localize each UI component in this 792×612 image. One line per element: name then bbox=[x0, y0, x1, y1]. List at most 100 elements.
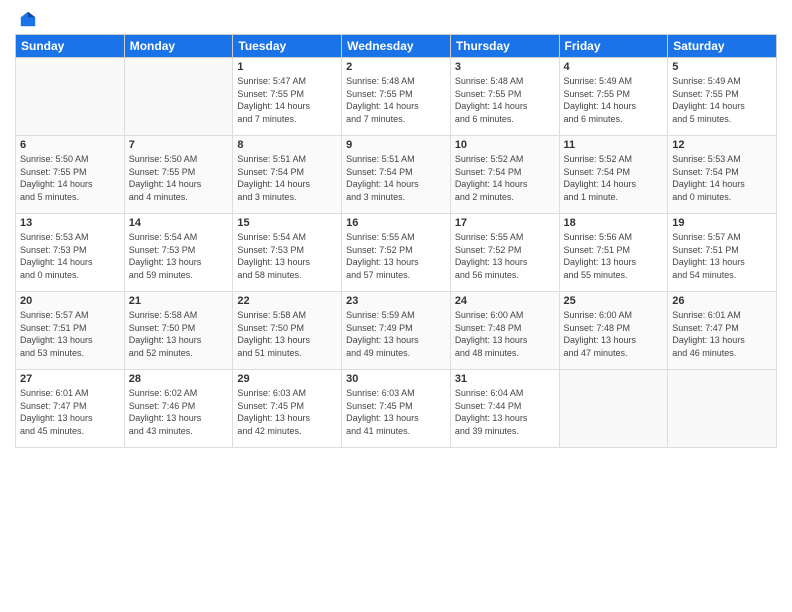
header-friday: Friday bbox=[559, 35, 668, 58]
day-number: 13 bbox=[20, 217, 120, 229]
calendar-cell bbox=[559, 370, 668, 448]
day-number: 26 bbox=[672, 295, 772, 307]
day-info: Sunrise: 5:47 AM Sunset: 7:55 PM Dayligh… bbox=[237, 75, 337, 125]
day-number: 5 bbox=[672, 61, 772, 73]
day-number: 24 bbox=[455, 295, 555, 307]
day-info: Sunrise: 5:57 AM Sunset: 7:51 PM Dayligh… bbox=[672, 231, 772, 281]
calendar-cell: 4 Sunrise: 5:49 AM Sunset: 7:55 PM Daylig… bbox=[559, 58, 668, 136]
day-number: 4 bbox=[564, 61, 664, 73]
day-info: Sunrise: 5:55 AM Sunset: 7:52 PM Dayligh… bbox=[455, 231, 555, 281]
calendar-cell: 28 Sunrise: 6:02 AM Sunset: 7:46 PM Dayli… bbox=[124, 370, 233, 448]
day-info: Sunrise: 5:50 AM Sunset: 7:55 PM Dayligh… bbox=[129, 153, 229, 203]
calendar-cell: 30 Sunrise: 6:03 AM Sunset: 7:45 PM Dayli… bbox=[342, 370, 451, 448]
day-info: Sunrise: 6:00 AM Sunset: 7:48 PM Dayligh… bbox=[455, 309, 555, 359]
calendar-cell bbox=[16, 58, 125, 136]
day-number: 10 bbox=[455, 139, 555, 151]
day-info: Sunrise: 5:58 AM Sunset: 7:50 PM Dayligh… bbox=[237, 309, 337, 359]
day-info: Sunrise: 5:51 AM Sunset: 7:54 PM Dayligh… bbox=[346, 153, 446, 203]
day-info: Sunrise: 5:54 AM Sunset: 7:53 PM Dayligh… bbox=[129, 231, 229, 281]
day-info: Sunrise: 5:53 AM Sunset: 7:54 PM Dayligh… bbox=[672, 153, 772, 203]
calendar-cell: 20Sunrise: 5:57 AM Sunset: 7:51 PM Dayli… bbox=[16, 292, 125, 370]
day-number: 12 bbox=[672, 139, 772, 151]
calendar-cell bbox=[124, 58, 233, 136]
day-number: 17 bbox=[455, 217, 555, 229]
day-info: Sunrise: 5:48 AM Sunset: 7:55 PM Dayligh… bbox=[455, 75, 555, 125]
calendar-cell: 25Sunrise: 6:00 AM Sunset: 7:48 PM Dayli… bbox=[559, 292, 668, 370]
calendar-cell: 31 Sunrise: 6:04 AM Sunset: 7:44 PM Dayli… bbox=[450, 370, 559, 448]
day-number: 27 bbox=[20, 373, 120, 385]
day-number: 21 bbox=[129, 295, 229, 307]
calendar-cell: 8 Sunrise: 5:51 AM Sunset: 7:54 PM Daylig… bbox=[233, 136, 342, 214]
header-saturday: Saturday bbox=[668, 35, 777, 58]
day-number: 6 bbox=[20, 139, 120, 151]
calendar-cell: 13 Sunrise: 5:53 AM Sunset: 7:53 PM Dayli… bbox=[16, 214, 125, 292]
day-number: 16 bbox=[346, 217, 446, 229]
week-row-2: 6 Sunrise: 5:50 AM Sunset: 7:55 PM Daylig… bbox=[16, 136, 777, 214]
day-info: Sunrise: 6:01 AM Sunset: 7:47 PM Dayligh… bbox=[672, 309, 772, 359]
day-number: 15 bbox=[237, 217, 337, 229]
calendar-cell: 24 Sunrise: 6:00 AM Sunset: 7:48 PM Dayli… bbox=[450, 292, 559, 370]
day-info: Sunrise: 5:49 AM Sunset: 7:55 PM Dayligh… bbox=[672, 75, 772, 125]
calendar-cell: 6 Sunrise: 5:50 AM Sunset: 7:55 PM Daylig… bbox=[16, 136, 125, 214]
day-number: 30 bbox=[346, 373, 446, 385]
calendar-cell: 3 Sunrise: 5:48 AM Sunset: 7:55 PM Daylig… bbox=[450, 58, 559, 136]
calendar-cell: 5 Sunrise: 5:49 AM Sunset: 7:55 PM Daylig… bbox=[668, 58, 777, 136]
calendar-cell: 1 Sunrise: 5:47 AM Sunset: 7:55 PM Daylig… bbox=[233, 58, 342, 136]
day-number: 22 bbox=[237, 295, 337, 307]
calendar-cell: 26 Sunrise: 6:01 AM Sunset: 7:47 PM Dayli… bbox=[668, 292, 777, 370]
calendar-cell: 11 Sunrise: 5:52 AM Sunset: 7:54 PM Dayli… bbox=[559, 136, 668, 214]
day-info: Sunrise: 5:54 AM Sunset: 7:53 PM Dayligh… bbox=[237, 231, 337, 281]
header-tuesday: Tuesday bbox=[233, 35, 342, 58]
day-info: Sunrise: 5:49 AM Sunset: 7:55 PM Dayligh… bbox=[564, 75, 664, 125]
calendar-cell: 27 Sunrise: 6:01 AM Sunset: 7:47 PM Dayli… bbox=[16, 370, 125, 448]
week-row-3: 13 Sunrise: 5:53 AM Sunset: 7:53 PM Dayli… bbox=[16, 214, 777, 292]
header-sunday: Sunday bbox=[16, 35, 125, 58]
calendar-cell: 23 Sunrise: 5:59 AM Sunset: 7:49 PM Dayli… bbox=[342, 292, 451, 370]
calendar-cell: 16 Sunrise: 5:55 AM Sunset: 7:52 PM Dayli… bbox=[342, 214, 451, 292]
page: Sunday Monday Tuesday Wednesday Thursday… bbox=[0, 0, 792, 612]
week-row-5: 27 Sunrise: 6:01 AM Sunset: 7:47 PM Dayli… bbox=[16, 370, 777, 448]
day-info: Sunrise: 5:52 AM Sunset: 7:54 PM Dayligh… bbox=[455, 153, 555, 203]
week-row-1: 1 Sunrise: 5:47 AM Sunset: 7:55 PM Daylig… bbox=[16, 58, 777, 136]
header-thursday: Thursday bbox=[450, 35, 559, 58]
logo bbox=[15, 10, 37, 28]
calendar-cell: 10 Sunrise: 5:52 AM Sunset: 7:54 PM Dayli… bbox=[450, 136, 559, 214]
day-info: Sunrise: 5:58 AM Sunset: 7:50 PM Dayligh… bbox=[129, 309, 229, 359]
calendar-cell: 29Sunrise: 6:03 AM Sunset: 7:45 PM Dayli… bbox=[233, 370, 342, 448]
calendar-cell: 22 Sunrise: 5:58 AM Sunset: 7:50 PM Dayli… bbox=[233, 292, 342, 370]
day-info: Sunrise: 5:56 AM Sunset: 7:51 PM Dayligh… bbox=[564, 231, 664, 281]
day-number: 2 bbox=[346, 61, 446, 73]
day-number: 19 bbox=[672, 217, 772, 229]
header bbox=[15, 10, 777, 28]
calendar-cell: 14 Sunrise: 5:54 AM Sunset: 7:53 PM Dayli… bbox=[124, 214, 233, 292]
day-info: Sunrise: 5:51 AM Sunset: 7:54 PM Dayligh… bbox=[237, 153, 337, 203]
calendar-cell: 9 Sunrise: 5:51 AM Sunset: 7:54 PM Daylig… bbox=[342, 136, 451, 214]
day-number: 28 bbox=[129, 373, 229, 385]
day-info: Sunrise: 6:02 AM Sunset: 7:46 PM Dayligh… bbox=[129, 387, 229, 437]
day-info: Sunrise: 6:00 AM Sunset: 7:48 PM Dayligh… bbox=[564, 309, 664, 359]
day-number: 1 bbox=[237, 61, 337, 73]
day-info: Sunrise: 5:50 AM Sunset: 7:55 PM Dayligh… bbox=[20, 153, 120, 203]
day-number: 7 bbox=[129, 139, 229, 151]
day-number: 14 bbox=[129, 217, 229, 229]
day-info: Sunrise: 6:01 AM Sunset: 7:47 PM Dayligh… bbox=[20, 387, 120, 437]
calendar-cell: 19 Sunrise: 5:57 AM Sunset: 7:51 PM Dayli… bbox=[668, 214, 777, 292]
day-info: Sunrise: 5:53 AM Sunset: 7:53 PM Dayligh… bbox=[20, 231, 120, 281]
day-number: 20 bbox=[20, 295, 120, 307]
calendar-cell: 2Sunrise: 5:48 AM Sunset: 7:55 PM Daylig… bbox=[342, 58, 451, 136]
day-info: Sunrise: 5:59 AM Sunset: 7:49 PM Dayligh… bbox=[346, 309, 446, 359]
day-number: 9 bbox=[346, 139, 446, 151]
day-info: Sunrise: 6:03 AM Sunset: 7:45 PM Dayligh… bbox=[346, 387, 446, 437]
day-info: Sunrise: 5:55 AM Sunset: 7:52 PM Dayligh… bbox=[346, 231, 446, 281]
day-info: Sunrise: 6:03 AM Sunset: 7:45 PM Dayligh… bbox=[237, 387, 337, 437]
calendar-cell bbox=[668, 370, 777, 448]
calendar-cell: 17 Sunrise: 5:55 AM Sunset: 7:52 PM Dayli… bbox=[450, 214, 559, 292]
day-number: 23 bbox=[346, 295, 446, 307]
day-info: Sunrise: 6:04 AM Sunset: 7:44 PM Dayligh… bbox=[455, 387, 555, 437]
day-number: 11 bbox=[564, 139, 664, 151]
calendar-cell: 18Sunrise: 5:56 AM Sunset: 7:51 PM Dayli… bbox=[559, 214, 668, 292]
day-number: 3 bbox=[455, 61, 555, 73]
day-info: Sunrise: 5:52 AM Sunset: 7:54 PM Dayligh… bbox=[564, 153, 664, 203]
day-number: 8 bbox=[237, 139, 337, 151]
day-number: 31 bbox=[455, 373, 555, 385]
